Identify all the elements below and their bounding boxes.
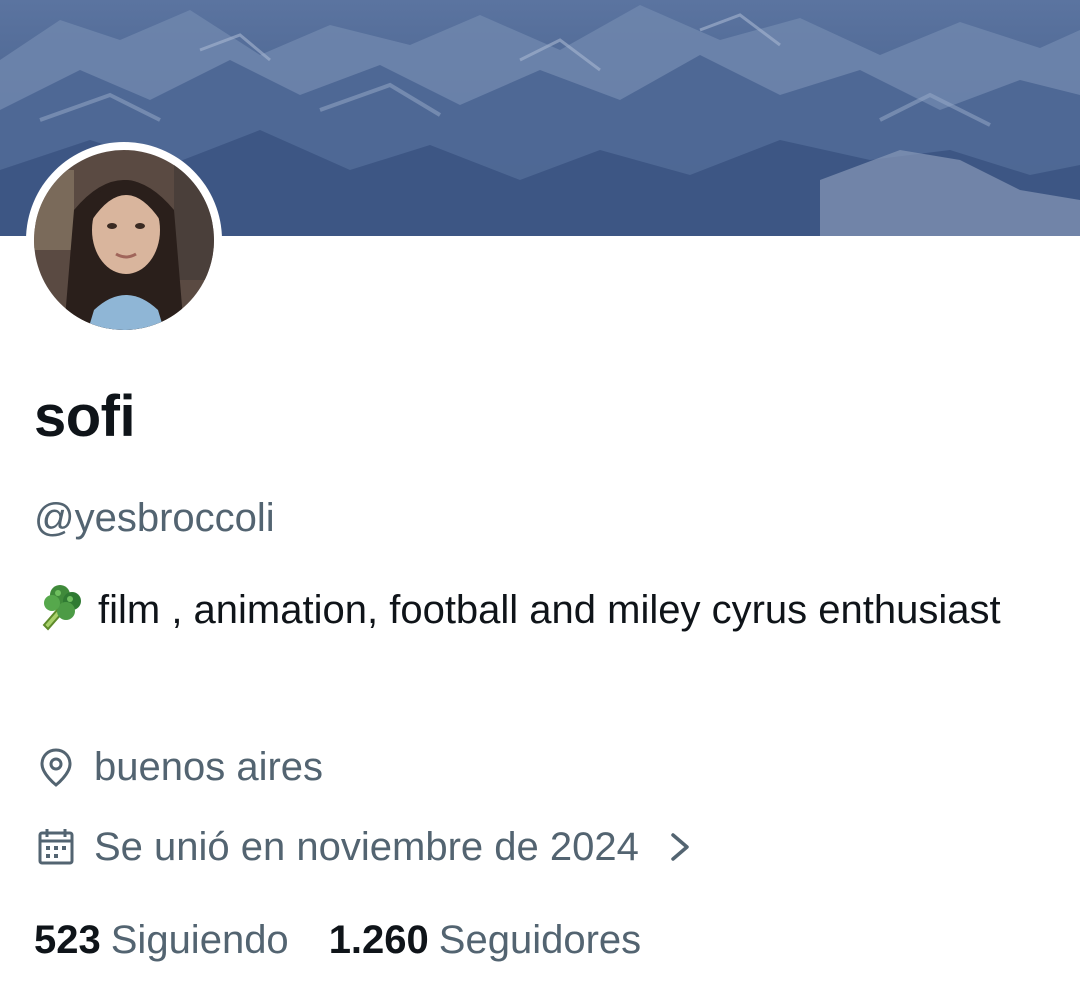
follow-stats: 523 Siguiendo 1.260 Seguidores [34,912,641,968]
avatar-photo [34,150,214,330]
calendar-icon [38,829,74,865]
following-link[interactable]: 523 Siguiendo [34,912,289,968]
location-row: buenos aires [34,743,323,791]
broccoli-emoji [42,585,81,631]
location-pin-icon [40,748,72,787]
joined-date-text: Se unió en noviembre de 2024 [94,824,639,869]
profile-bio: film , animation, football and miley cyr… [34,578,1044,642]
followers-count: 1.260 [328,918,429,962]
joined-date-row[interactable]: Se unió en noviembre de 2024 [34,823,695,871]
bio-text: film , animation, football and miley cyr… [98,588,1001,632]
avatar[interactable] [26,142,222,338]
chevron-right-icon[interactable] [667,827,695,867]
location-text: buenos aires [94,744,324,789]
followers-link[interactable]: 1.260 Seguidores [329,912,641,968]
following-count: 523 [34,918,101,962]
username-handle: @yesbroccoli [34,496,275,540]
display-name: sofi [34,384,136,449]
following-label: Siguiendo [110,918,289,962]
followers-label: Seguidores [438,918,642,962]
